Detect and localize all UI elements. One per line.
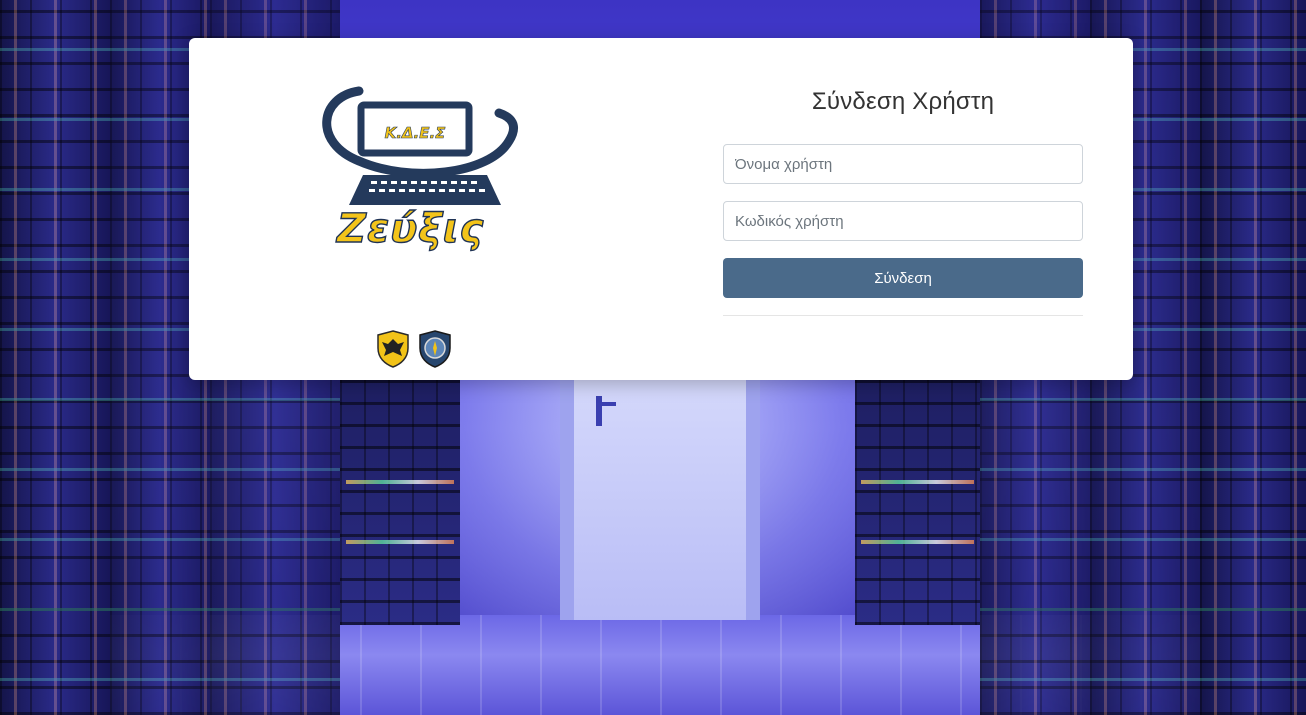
emblems <box>376 330 452 368</box>
server-rack-left-1 <box>0 0 110 715</box>
username-input[interactable] <box>723 144 1083 184</box>
login-card: Κ.Δ.Ε.Σ Ζεύξις Σύνδεση Χρήστη Σύνδ <box>189 38 1133 380</box>
logo-org-label: Κ.Δ.Ε.Σ <box>385 124 447 142</box>
hellenic-army-emblem-icon <box>377 330 409 368</box>
server-rack-right-3 <box>1200 0 1306 715</box>
login-button[interactable]: Σύνδεση <box>723 258 1083 298</box>
form-divider <box>723 315 1083 316</box>
login-form: Σύνδεση Χρήστη Σύνδεση <box>723 88 1083 316</box>
password-input[interactable] <box>723 201 1083 241</box>
login-title: Σύνδεση Χρήστη <box>811 88 995 115</box>
server-rack-center-right <box>855 380 980 625</box>
unit-emblem-icon <box>419 330 451 368</box>
server-rack-center-left <box>340 380 460 625</box>
back-door <box>560 380 760 620</box>
app-name-logo-text: Ζεύξις <box>336 205 485 252</box>
